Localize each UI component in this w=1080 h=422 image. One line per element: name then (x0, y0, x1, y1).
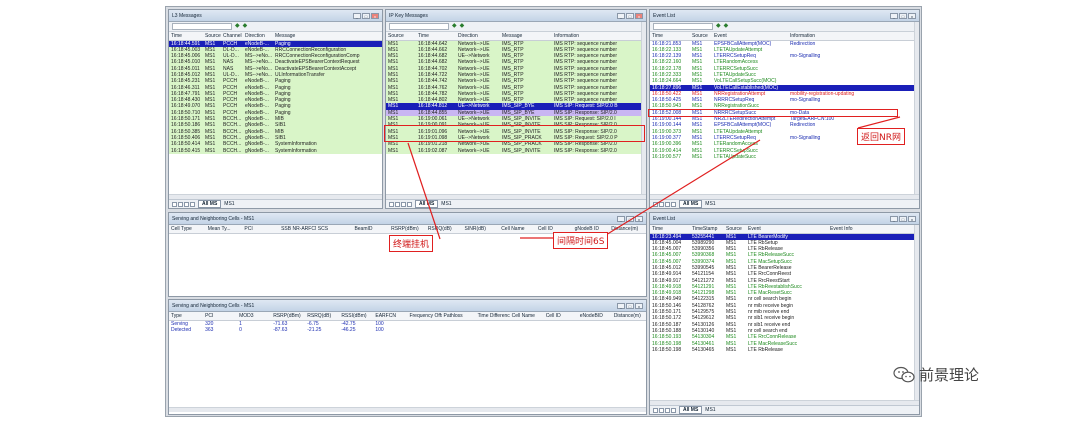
watermark-text: 前景理论 (919, 366, 980, 384)
callout-hangup: 终端挂机 (389, 235, 434, 252)
callout-return-nr: 返回NR网 (857, 128, 905, 145)
arrow-return-nr (857, 116, 901, 129)
arrow-interval-right (600, 139, 761, 239)
callout-interval: 间隔时间6S (553, 232, 609, 249)
annotation-arrows (407, 116, 901, 240)
watermark: 前景理论 (893, 364, 979, 385)
wechat-icon (893, 366, 915, 384)
arrow-hangup (407, 142, 441, 240)
